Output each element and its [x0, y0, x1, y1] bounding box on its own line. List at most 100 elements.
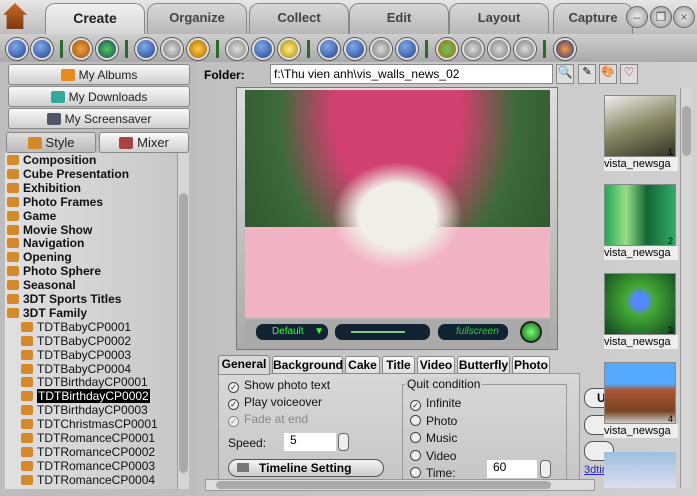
- user-icon[interactable]: [436, 38, 458, 60]
- thumb-1[interactable]: [604, 95, 676, 157]
- timeline-setting-button[interactable]: Timeline Setting: [228, 459, 384, 477]
- tree-item[interactable]: Exhibition: [7, 181, 81, 195]
- link-icon[interactable]: [462, 38, 484, 60]
- scroll-thumb[interactable]: [216, 481, 551, 489]
- tree-child-item[interactable]: TDTChristmasCP0001: [21, 417, 158, 431]
- thumb-4[interactable]: [604, 362, 676, 424]
- thumbs-scrollbar[interactable]: [680, 88, 692, 488]
- tree-item[interactable]: Navigation: [7, 236, 84, 250]
- tab-create[interactable]: Create: [45, 3, 145, 34]
- volume-slider[interactable]: [335, 324, 430, 340]
- tab-capture[interactable]: Capture: [553, 3, 633, 34]
- play-button[interactable]: [520, 321, 542, 343]
- settings-tab-butterfly[interactable]: Butterfly: [457, 356, 510, 374]
- tab-style[interactable]: Style: [6, 132, 96, 153]
- speed-input[interactable]: 5: [284, 433, 336, 451]
- briefcase-icon[interactable]: [70, 38, 92, 60]
- show-photo-text-checkbox[interactable]: ✓ Show photo text: [228, 378, 330, 393]
- globe-icon[interactable]: [96, 38, 118, 60]
- settings-tab-background[interactable]: Background: [272, 356, 343, 374]
- scroll-thumb[interactable]: [179, 193, 188, 473]
- tree-item[interactable]: 3DT Family: [7, 306, 87, 320]
- minimize-button[interactable]: –: [626, 6, 648, 28]
- info-icon[interactable]: [554, 38, 576, 60]
- tree-scrollbar[interactable]: [177, 153, 189, 489]
- light-icon[interactable]: [187, 38, 209, 60]
- tree-item[interactable]: 3DT Sports Titles: [7, 292, 121, 306]
- time-spinner[interactable]: [540, 460, 551, 478]
- tree-item[interactable]: Game: [7, 209, 56, 223]
- my-downloads-button[interactable]: My Downloads: [8, 86, 190, 107]
- settings-tab-title[interactable]: Title: [382, 356, 415, 374]
- tree-child-item[interactable]: TDTRomanceCP0003: [21, 459, 155, 473]
- tree-child-item[interactable]: TDTBirthdayCP0002: [21, 389, 150, 404]
- settings-icon[interactable]: [6, 38, 28, 60]
- speed-spinner[interactable]: [338, 433, 349, 451]
- tab-organize[interactable]: Organize: [147, 3, 247, 34]
- folder-icon[interactable]: [278, 38, 300, 60]
- copy-icon[interactable]: [226, 38, 248, 60]
- move-icon[interactable]: [135, 38, 157, 60]
- horizontal-scrollbar[interactable]: [205, 479, 595, 491]
- tree-child-item[interactable]: TDTRomanceCP0004: [21, 473, 155, 487]
- thumb-5[interactable]: [604, 452, 676, 488]
- quit-radio-photo[interactable]: Photo: [410, 414, 457, 428]
- favorite-icon[interactable]: ♡: [620, 64, 638, 84]
- thumb-2[interactable]: [604, 184, 676, 246]
- label: Exhibition: [23, 180, 81, 195]
- folder-path-input[interactable]: [270, 64, 553, 84]
- tools-icon[interactable]: [161, 38, 183, 60]
- edit-icon[interactable]: ✎: [578, 64, 596, 84]
- tree-child-item[interactable]: TDTBabyCP0001: [21, 320, 131, 334]
- paint-icon[interactable]: 🎨: [599, 64, 617, 84]
- close-button[interactable]: ×: [673, 6, 695, 28]
- tab-collect[interactable]: Collect: [249, 3, 349, 34]
- mode-dropdown[interactable]: Default ▼: [256, 324, 328, 340]
- thumb-number: 2: [668, 236, 674, 246]
- settings-tab-cake[interactable]: Cake: [345, 356, 380, 374]
- tree-item[interactable]: Photo Frames: [7, 195, 103, 209]
- tab-edit[interactable]: Edit: [349, 3, 449, 34]
- tree-item[interactable]: Composition: [7, 153, 96, 167]
- music-copy-icon[interactable]: [370, 38, 392, 60]
- help-icon[interactable]: [31, 38, 53, 60]
- music-delete-icon[interactable]: [396, 38, 418, 60]
- tree-child-item[interactable]: TDTBirthdayCP0001: [21, 375, 148, 389]
- tree-item[interactable]: Movie Show: [7, 223, 92, 237]
- settings-tab-general[interactable]: General: [218, 355, 270, 375]
- tree-child-item[interactable]: TDTBirthdayCP0003: [21, 403, 148, 417]
- quit-radio-music[interactable]: Music: [410, 431, 457, 445]
- music-icon[interactable]: [318, 38, 340, 60]
- tree-child-item[interactable]: TDTRomanceCP0001: [21, 431, 155, 445]
- fade-at-end-checkbox[interactable]: ✓ Fade at end: [228, 412, 308, 427]
- text-icon[interactable]: [488, 38, 510, 60]
- tree-item[interactable]: Cube Presentation: [7, 167, 129, 181]
- play-voiceover-checkbox[interactable]: ✓ Play voiceover: [228, 395, 322, 410]
- tree-child-item[interactable]: TDTBabyCP0003: [21, 348, 131, 362]
- quit-radio-infinite[interactable]: ✓ Infinite: [410, 396, 461, 411]
- tree-item[interactable]: Opening: [7, 250, 72, 264]
- browse-icon[interactable]: 🔍: [556, 64, 574, 84]
- thumb-3[interactable]: [604, 273, 676, 335]
- tree-item[interactable]: Photo Sphere: [7, 264, 101, 278]
- my-albums-button[interactable]: My Albums: [8, 64, 190, 85]
- quit-radio-video[interactable]: Video: [410, 449, 456, 463]
- tree-child-item[interactable]: TDTBabyCP0002: [21, 334, 131, 348]
- restore-button[interactable]: ❐: [650, 6, 672, 28]
- time-input[interactable]: 60: [487, 460, 537, 478]
- quit-radio-time[interactable]: Time:: [410, 466, 456, 480]
- scroll-thumb[interactable]: [682, 106, 691, 156]
- settings-tab-video[interactable]: Video: [417, 356, 455, 374]
- music-add-icon[interactable]: [344, 38, 366, 60]
- settings-tab-photo[interactable]: Photo: [512, 356, 550, 374]
- tab-layout[interactable]: Layout: [449, 3, 549, 34]
- tab-mixer[interactable]: Mixer: [99, 132, 189, 153]
- style-icon: [21, 474, 33, 485]
- tree-child-item[interactable]: TDTBabyCP0004: [21, 362, 131, 376]
- tree-child-item[interactable]: TDTRomanceCP0002: [21, 445, 155, 459]
- film-icon[interactable]: [514, 38, 536, 60]
- refresh-icon[interactable]: [252, 38, 274, 60]
- fullscreen-button[interactable]: fullscreen: [438, 324, 508, 340]
- tree-item[interactable]: Seasonal: [7, 278, 76, 292]
- my-screensaver-button[interactable]: My Screensaver: [8, 108, 190, 129]
